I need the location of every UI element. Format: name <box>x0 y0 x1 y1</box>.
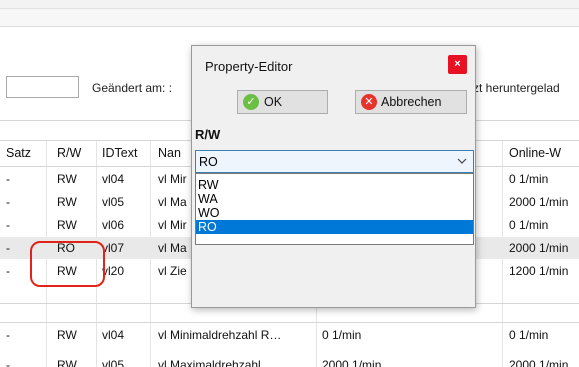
col-header-idtext[interactable]: IDText <box>102 146 137 160</box>
cell-rw: RW <box>57 172 77 186</box>
cell-satz: - <box>6 218 10 232</box>
cell-idtext: vl04 <box>102 328 125 342</box>
cell-name: vl Maximaldrehzahl <box>158 358 261 367</box>
cell-satz: - <box>6 328 10 342</box>
cell-online-value: 2000 1/min <box>509 358 569 367</box>
rw-combobox[interactable]: RO <box>195 150 474 173</box>
cell-rw: RW <box>57 218 77 232</box>
cell-satz: - <box>6 195 10 209</box>
cell-online-value: 1200 1/min <box>509 264 569 278</box>
cell-idtext: vl20 <box>102 264 125 278</box>
col-header-satz[interactable]: Satz <box>6 146 31 160</box>
ok-button-label: OK <box>264 95 283 109</box>
row-separator <box>0 322 579 323</box>
property-label: R/W <box>195 127 221 142</box>
cell-name: vl Minimaldrehzahl R… <box>158 328 282 342</box>
cell-value: 0 1/min <box>322 328 362 342</box>
dropdown-option-wa[interactable]: WA <box>196 192 473 206</box>
combobox-value: RO <box>199 155 218 169</box>
window-top-band <box>0 0 579 9</box>
cell-idtext: vl05 <box>102 358 125 367</box>
col-header-online-value[interactable]: Online-W <box>509 146 561 160</box>
cancel-button-label: Abbrechen <box>381 95 442 109</box>
cell-online-value: 2000 1/min <box>509 195 569 209</box>
cell-online-value: 0 1/min <box>509 218 549 232</box>
cell-online-value: 0 1/min <box>509 172 549 186</box>
cell-rw: RW <box>57 195 77 209</box>
cell-online-value: 0 1/min <box>509 328 549 342</box>
dialog-title: Property-Editor <box>205 59 293 74</box>
check-icon: ✓ <box>243 94 259 110</box>
table-row[interactable]: - RW vl05 vl Maximaldrehzahl 2000 1/min … <box>0 354 579 367</box>
dropdown-option-wo[interactable]: WO <box>196 206 473 220</box>
ok-button[interactable]: ✓ OK <box>237 90 328 114</box>
chevron-down-icon[interactable] <box>456 155 468 167</box>
cell-idtext: vl04 <box>102 172 125 186</box>
cancel-button[interactable]: ✕ Abbrechen <box>355 90 467 114</box>
cell-satz: - <box>6 358 10 367</box>
close-button[interactable]: × <box>448 55 467 74</box>
cell-idtext: vl05 <box>102 195 125 209</box>
cell-idtext: vl06 <box>102 218 125 232</box>
satz-field[interactable] <box>6 76 79 98</box>
cell-rw: RW <box>57 328 77 342</box>
cancel-icon: ✕ <box>361 94 377 110</box>
annotation-highlight <box>30 241 105 287</box>
download-status-text: zt heruntergelad <box>473 81 560 95</box>
changed-date-label: Geändert am: : <box>92 81 173 95</box>
cell-online-value: 2000 1/min <box>509 241 569 255</box>
cell-value: 2000 1/min <box>322 358 382 367</box>
property-editor-dialog: Property-Editor × ✓ OK ✕ Abbrechen R/W R… <box>191 45 476 308</box>
cell-rw: RW <box>57 358 77 367</box>
toolbar-band <box>0 9 579 27</box>
rw-dropdown-list: RW WA WO RO <box>195 173 474 245</box>
col-header-rw[interactable]: R/W <box>57 146 81 160</box>
col-header-name[interactable]: Nan <box>158 146 181 160</box>
dropdown-option-ro[interactable]: RO <box>196 220 473 234</box>
cell-idtext: vl07 <box>102 241 125 255</box>
table-row[interactable]: - RW vl04 vl Minimaldrehzahl R… 0 1/min … <box>0 324 579 346</box>
dropdown-option-rw[interactable]: RW <box>196 178 473 192</box>
cell-satz: - <box>6 172 10 186</box>
